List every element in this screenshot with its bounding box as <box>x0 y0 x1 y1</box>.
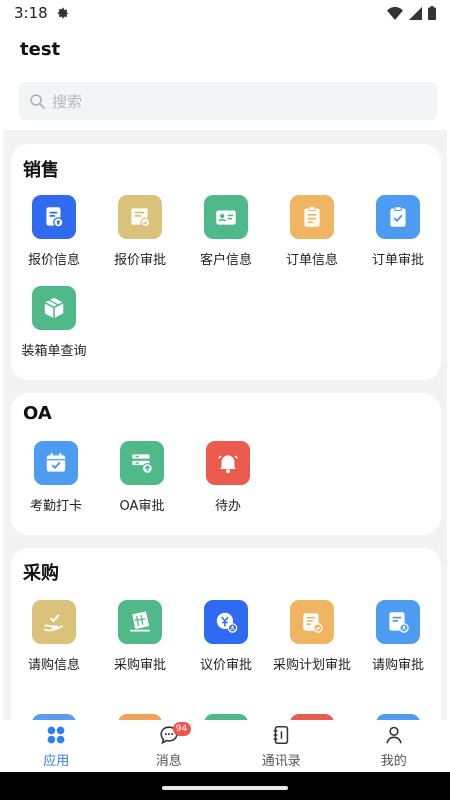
app-label: 报价审批 <box>113 253 166 268</box>
tab-label: 通讯录 <box>261 754 301 769</box>
tab-contacts[interactable]: 通讯录 <box>225 720 338 772</box>
app-label: 议价审批 <box>199 658 252 673</box>
home-gesture-handle[interactable] <box>162 786 288 790</box>
quote-doc-icon <box>32 195 76 239</box>
app-label: 待办 <box>214 499 241 514</box>
app-purchase-request[interactable]: 请购信息 <box>11 600 97 675</box>
app-customer-info[interactable]: 客户信息 <box>183 195 269 270</box>
app-request-approval[interactable]: 请购审批 <box>355 600 441 675</box>
app-packing-list[interactable]: 装箱单查询 <box>11 286 97 361</box>
app-label: 客户信息 <box>199 253 252 268</box>
section-title: OA <box>23 403 52 424</box>
app-attendance[interactable]: 考勤打卡 <box>13 441 99 516</box>
package-box-icon <box>32 286 76 330</box>
cellular-signal-icon <box>409 6 422 20</box>
tab-label: 我的 <box>380 754 407 769</box>
search-input[interactable]: 搜索 <box>19 82 437 120</box>
request-approve-icon <box>376 600 420 644</box>
status-bar: 3:18 <box>0 0 450 26</box>
app-grid-area[interactable]: 销售 报价信息 报价审批 客户信息 订单信息 订单审批 装箱单查询 OA 考勤打… <box>3 130 447 720</box>
hand-request-icon <box>32 600 76 644</box>
app-label: 报价信息 <box>27 253 80 268</box>
app-label: OA审批 <box>119 499 165 514</box>
section-sales: 销售 报价信息 报价审批 客户信息 订单信息 订单审批 装箱单查询 <box>11 144 441 380</box>
calendar-check-icon <box>34 441 78 485</box>
profile-icon <box>386 726 402 744</box>
tab-label: 消息 <box>155 754 182 769</box>
app-label: 订单审批 <box>371 253 424 268</box>
unread-badge: 94 <box>172 722 191 736</box>
purchase-plan-icon <box>290 600 334 644</box>
app-quote-info[interactable]: 报价信息 <box>11 195 97 270</box>
tab-apps[interactable]: 应用 <box>0 720 113 772</box>
section-title: 采购 <box>23 563 59 584</box>
tab-messages[interactable]: 94 消息 <box>113 720 226 772</box>
app-label: 采购审批 <box>113 658 166 673</box>
tab-label: 应用 <box>43 754 70 769</box>
app-label: 装箱单查询 <box>21 344 87 359</box>
app-order-info[interactable]: 订单信息 <box>269 195 355 270</box>
status-time: 3:18 <box>14 4 48 22</box>
wifi-icon <box>387 6 403 20</box>
app-purchase-plan-approval[interactable]: 采购计划审批 <box>269 600 355 675</box>
app-label: 订单信息 <box>285 253 338 268</box>
app-label: 考勤打卡 <box>29 499 82 514</box>
order-approve-icon <box>376 195 420 239</box>
app-label: 请购审批 <box>371 658 424 673</box>
quote-approve-icon <box>118 195 162 239</box>
oa-approve-icon <box>120 441 164 485</box>
bargain-icon <box>204 600 248 644</box>
app-label: 采购计划审批 <box>272 658 351 673</box>
tab-profile[interactable]: 我的 <box>338 720 450 772</box>
section-purchasing: 采购 请购信息 采购审批 议价审批 采购计划审批 请购审批 <box>11 548 441 720</box>
app-header: test <box>0 26 450 72</box>
bottom-tab-bar: 应用 94 消息 通讯录 我的 <box>0 720 450 772</box>
order-clipboard-icon <box>290 195 334 239</box>
search-icon <box>30 93 45 109</box>
app-label: 请购信息 <box>27 658 80 673</box>
app-purchase-approval[interactable]: 采购审批 <box>97 600 183 675</box>
contacts-icon <box>273 725 289 745</box>
status-indicators <box>387 6 436 20</box>
purchase-grid-icon <box>118 600 162 644</box>
app-todo[interactable]: 待办 <box>185 441 271 516</box>
app-oa-approval[interactable]: OA审批 <box>99 441 185 516</box>
section-title: 销售 <box>23 160 59 181</box>
search-placeholder: 搜索 <box>52 92 83 111</box>
apps-icon <box>47 726 65 744</box>
app-title: test <box>20 38 61 60</box>
app-quote-approval[interactable]: 报价审批 <box>97 195 183 270</box>
section-oa: OA 考勤打卡 OA审批 待办 <box>11 393 441 535</box>
battery-icon <box>428 6 436 20</box>
system-nav-bar <box>0 772 450 800</box>
app-bargain-approval[interactable]: 议价审批 <box>183 600 269 675</box>
customer-card-icon <box>204 195 248 239</box>
settings-gear-icon <box>57 7 68 19</box>
app-order-approval[interactable]: 订单审批 <box>355 195 441 270</box>
bell-icon <box>206 441 250 485</box>
